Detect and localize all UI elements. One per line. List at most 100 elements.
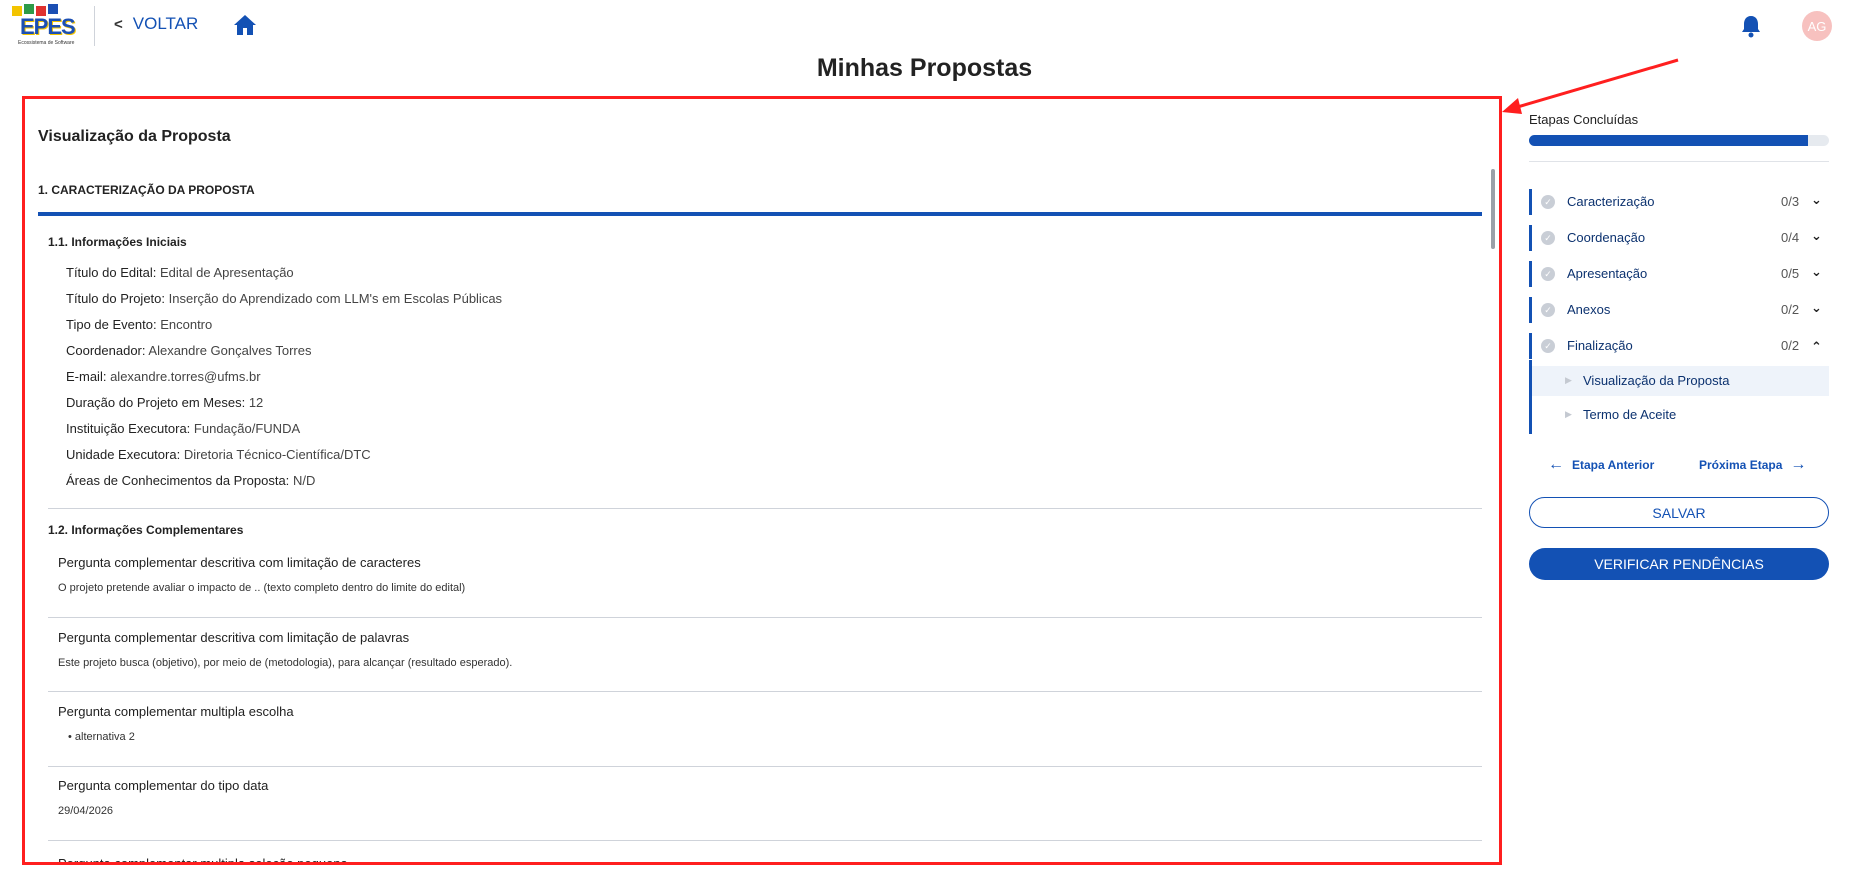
substep-label: Termo de Aceite	[1583, 407, 1677, 422]
step-anexos[interactable]: ✓ Anexos 0/2 ⌄	[1529, 297, 1829, 323]
divider	[48, 766, 1482, 767]
finalizacao-substeps: ▶ Visualização da Proposta ▶ Termo de Ac…	[1529, 360, 1829, 434]
step-caracterizacao[interactable]: ✓ Caracterização 0/3 ⌄	[1529, 189, 1829, 215]
field-label: Áreas de Conhecimentos da Proposta:	[66, 473, 290, 488]
save-button[interactable]: SALVAR	[1529, 497, 1829, 528]
divider	[48, 691, 1482, 692]
logo-tile	[24, 4, 34, 14]
step-label: Coordenação	[1567, 230, 1646, 245]
substep-visualizacao-proposta[interactable]: ▶ Visualização da Proposta	[1532, 366, 1829, 396]
field-row: Áreas de Conhecimentos da Proposta: N/D	[66, 473, 315, 488]
annotation-arrow	[1502, 58, 1679, 114]
field-row: Título do Edital: Edital de Apresentação	[66, 265, 294, 280]
subsection-heading: 1.1. Informações Iniciais	[48, 235, 187, 249]
answer-text: 29/04/2026	[58, 805, 114, 817]
arrow-left-icon: ←	[1548, 456, 1564, 473]
field-label: Título do Projeto:	[66, 291, 165, 306]
top-bar: EPES Ecossistema de Software < VOLTAR AG	[0, 0, 1849, 52]
field-value: Inserção do Aprendizado com LLM's em Esc…	[168, 291, 503, 306]
next-step-button[interactable]: Próxima Etapa →	[1699, 456, 1806, 474]
back-button[interactable]: < VOLTAR	[114, 14, 198, 34]
question-label: Pergunta complementar descritiva com lim…	[58, 630, 410, 645]
divider	[1529, 161, 1829, 162]
chevron-left-icon: <	[114, 15, 123, 33]
bell-icon[interactable]	[1740, 14, 1762, 38]
step-label: Caracterização	[1567, 194, 1655, 209]
logo-subtext: Ecossistema de Software	[18, 40, 75, 46]
chevron-down-icon[interactable]: ⌄	[1811, 228, 1822, 244]
check-circle-icon: ✓	[1541, 231, 1555, 245]
step-count: 0/2	[1781, 302, 1800, 317]
question-label: Pergunta complementar multipla escolha	[58, 704, 294, 719]
field-row: Unidade Executora: Diretoria Técnico-Cie…	[66, 447, 371, 462]
proposal-view-title: Visualização da Proposta	[38, 128, 231, 145]
field-label: Duração do Projeto em Meses:	[66, 395, 246, 410]
check-circle-icon: ✓	[1541, 339, 1555, 353]
answer-text: • alternativa 2	[68, 731, 135, 743]
home-icon[interactable]	[233, 14, 257, 36]
check-circle-icon: ✓	[1541, 303, 1555, 317]
answer-text: Este projeto busca (objetivo), por meio …	[58, 657, 513, 669]
field-value: alexandre.torres@ufms.br	[110, 369, 261, 384]
previous-step-label: Etapa Anterior	[1572, 458, 1655, 472]
field-row: Tipo de Evento: Encontro	[66, 317, 212, 332]
question-label: Pergunta complementar multipla seleção p…	[58, 856, 348, 865]
logo-text: EPES	[20, 14, 76, 39]
step-coordenacao[interactable]: ✓ Coordenação 0/4 ⌄	[1529, 225, 1829, 251]
step-marker	[1529, 261, 1532, 287]
back-label: VOLTAR	[132, 14, 199, 33]
field-value: Fundação/FUNDA	[193, 421, 301, 436]
section-heading: 1. CARACTERIZAÇÃO DA PROPOSTA	[38, 183, 255, 197]
app-logo[interactable]: EPES Ecossistema de Software	[12, 4, 76, 50]
field-row: Duração do Projeto em Meses: 12	[66, 395, 263, 410]
stages-label: Etapas Concluídas	[1529, 112, 1639, 127]
divider	[48, 617, 1482, 618]
substep-label: Visualização da Proposta	[1583, 373, 1730, 388]
step-marker	[1529, 297, 1532, 323]
substep-termo-aceite[interactable]: ▶ Termo de Aceite	[1532, 400, 1829, 430]
proposal-view-panel: Visualização da Proposta 1. CARACTERIZAÇ…	[22, 96, 1502, 865]
subsection-heading: 1.2. Informações Complementares	[48, 523, 244, 537]
chevron-down-icon[interactable]: ⌄	[1811, 264, 1822, 280]
field-label: Título do Edital:	[66, 265, 157, 280]
step-apresentacao[interactable]: ✓ Apresentação 0/5 ⌄	[1529, 261, 1829, 287]
logo-tile	[48, 4, 58, 14]
chevron-down-icon[interactable]: ⌄	[1811, 192, 1822, 208]
field-label: Coordenador:	[66, 343, 146, 358]
step-count: 0/2	[1781, 338, 1800, 353]
previous-step-button[interactable]: ← Etapa Anterior	[1548, 456, 1654, 474]
check-circle-icon: ✓	[1541, 195, 1555, 209]
field-value: Alexandre Gonçalves Torres	[148, 343, 312, 358]
chevron-up-icon[interactable]: ⌃	[1811, 339, 1822, 355]
field-value: 12	[248, 395, 264, 410]
avatar[interactable]: AG	[1802, 11, 1832, 41]
field-label: Unidade Executora:	[66, 447, 181, 462]
chevron-down-icon[interactable]: ⌄	[1811, 300, 1822, 316]
field-row: Instituição Executora: Fundação/FUNDA	[66, 421, 300, 436]
step-count: 0/3	[1781, 194, 1800, 209]
step-label: Apresentação	[1567, 266, 1648, 281]
check-pending-button[interactable]: VERIFICAR PENDÊNCIAS	[1529, 548, 1829, 580]
field-value: Encontro	[160, 317, 213, 332]
section-divider	[38, 212, 1482, 216]
stages-progress-bar	[1529, 135, 1829, 146]
check-circle-icon: ✓	[1541, 267, 1555, 281]
header-divider	[94, 6, 95, 46]
next-step-label: Próxima Etapa	[1699, 458, 1783, 472]
answer-text: O projeto pretende avaliar o impacto de …	[58, 582, 466, 594]
field-value: Edital de Apresentação	[159, 265, 294, 280]
step-label: Finalização	[1567, 338, 1633, 353]
divider	[48, 840, 1482, 841]
stages-progress-fill	[1529, 135, 1808, 146]
triangle-right-icon: ▶	[1565, 375, 1572, 385]
scrollbar-thumb[interactable]	[1491, 169, 1495, 249]
field-value: N/D	[292, 473, 316, 488]
field-label: Tipo de Evento:	[66, 317, 157, 332]
question-label: Pergunta complementar descritiva com lim…	[58, 555, 421, 570]
question-label: Pergunta complementar do tipo data	[58, 778, 269, 793]
step-finalizacao[interactable]: ✓ Finalização 0/2 ⌃	[1529, 333, 1829, 359]
step-navigation: ← Etapa Anterior Próxima Etapa →	[1529, 456, 1829, 476]
field-row: Título do Projeto: Inserção do Aprendiza…	[66, 291, 502, 306]
triangle-right-icon: ▶	[1565, 409, 1572, 419]
field-label: Instituição Executora:	[66, 421, 191, 436]
